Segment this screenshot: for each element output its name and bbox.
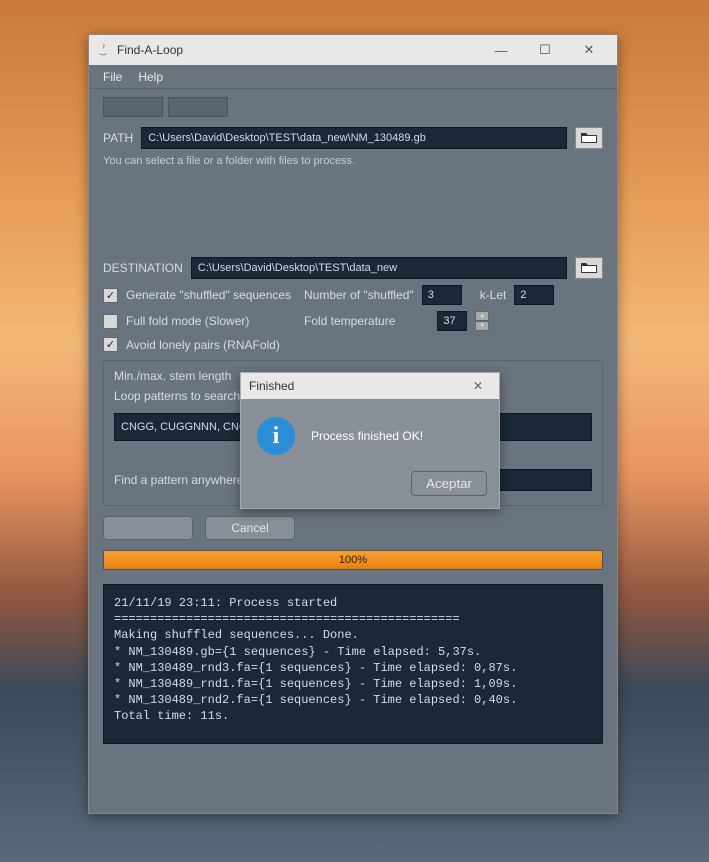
generate-shuffled-checkbox[interactable] <box>103 288 118 303</box>
log-output[interactable]: 21/11/19 23:11: Process started ========… <box>103 584 603 744</box>
java-icon <box>95 42 111 58</box>
dialog-close-button[interactable]: ✕ <box>465 376 491 396</box>
fold-temp-spinner: ▲ ▼ <box>475 311 489 331</box>
avoid-lonely-row: Avoid lonely pairs (RNAFold) <box>103 337 603 352</box>
cancel-button[interactable]: Cancel <box>205 516 295 540</box>
fold-temp-label: Fold temperature <box>304 314 395 328</box>
avoid-lonely-checkbox[interactable] <box>103 337 118 352</box>
menu-help[interactable]: Help <box>130 68 171 86</box>
number-shuffled-label: Number of "shuffled" <box>304 288 414 302</box>
maximize-button[interactable]: ☐ <box>523 36 567 64</box>
tab-1[interactable] <box>103 97 163 117</box>
titlebar[interactable]: Find-A-Loop — ☐ ✕ <box>89 35 617 65</box>
dialog-titlebar[interactable]: Finished ✕ <box>241 373 499 399</box>
menu-file[interactable]: File <box>95 68 130 86</box>
klet-label: k-Let <box>480 288 507 302</box>
close-button[interactable]: ✕ <box>567 36 611 64</box>
shuffled-row: Generate "shuffled" sequences Number of … <box>103 285 603 305</box>
path-hint: You can select a file or a folder with f… <box>103 155 603 167</box>
progress-bar: 100% <box>103 550 603 570</box>
dialog-ok-button[interactable]: Aceptar <box>411 471 487 496</box>
button-row: Cancel <box>103 516 603 540</box>
klet-input[interactable] <box>514 285 554 305</box>
browse-path-button[interactable] <box>575 127 603 149</box>
loop-patterns-label: Loop patterns to search: <box>114 389 243 403</box>
fold-temp-down[interactable]: ▼ <box>475 321 489 331</box>
run-button[interactable] <box>103 516 193 540</box>
path-label: PATH <box>103 131 133 145</box>
window-controls: — ☐ ✕ <box>479 36 611 64</box>
info-icon: i <box>257 417 295 455</box>
menubar: File Help <box>89 65 617 89</box>
path-row: PATH <box>103 127 603 149</box>
folder-icon <box>581 131 597 146</box>
path-input[interactable] <box>141 127 567 149</box>
folder-icon <box>581 261 597 276</box>
window-title: Find-A-Loop <box>117 43 479 57</box>
full-fold-checkbox[interactable] <box>103 314 118 329</box>
progress-text: 100% <box>104 551 602 569</box>
destination-label: DESTINATION <box>103 261 183 275</box>
number-shuffled-input[interactable] <box>422 285 462 305</box>
avoid-lonely-label: Avoid lonely pairs (RNAFold) <box>126 338 280 352</box>
tab-2[interactable] <box>168 97 228 117</box>
destination-row: DESTINATION <box>103 257 603 279</box>
browse-destination-button[interactable] <box>575 257 603 279</box>
destination-input[interactable] <box>191 257 567 279</box>
generate-shuffled-label: Generate "shuffled" sequences <box>126 288 296 302</box>
dialog-title: Finished <box>249 379 465 393</box>
minimize-button[interactable]: — <box>479 36 523 64</box>
fold-temp-input[interactable] <box>437 311 467 331</box>
tabstrip <box>103 97 603 119</box>
fold-temp-up[interactable]: ▲ <box>475 311 489 321</box>
full-fold-label: Full fold mode (Slower) <box>126 314 296 328</box>
find-pattern-label: Find a pattern anywhere: <box>114 473 247 487</box>
dialog-message: Process finished OK! <box>311 429 423 443</box>
dialog-footer: Aceptar <box>241 465 499 508</box>
dialog-body: i Process finished OK! <box>241 399 499 465</box>
minmax-stem-label: Min./max. stem length <box>114 369 231 383</box>
fullfold-row: Full fold mode (Slower) Fold temperature… <box>103 311 603 331</box>
finished-dialog: Finished ✕ i Process finished OK! Acepta… <box>240 372 500 509</box>
